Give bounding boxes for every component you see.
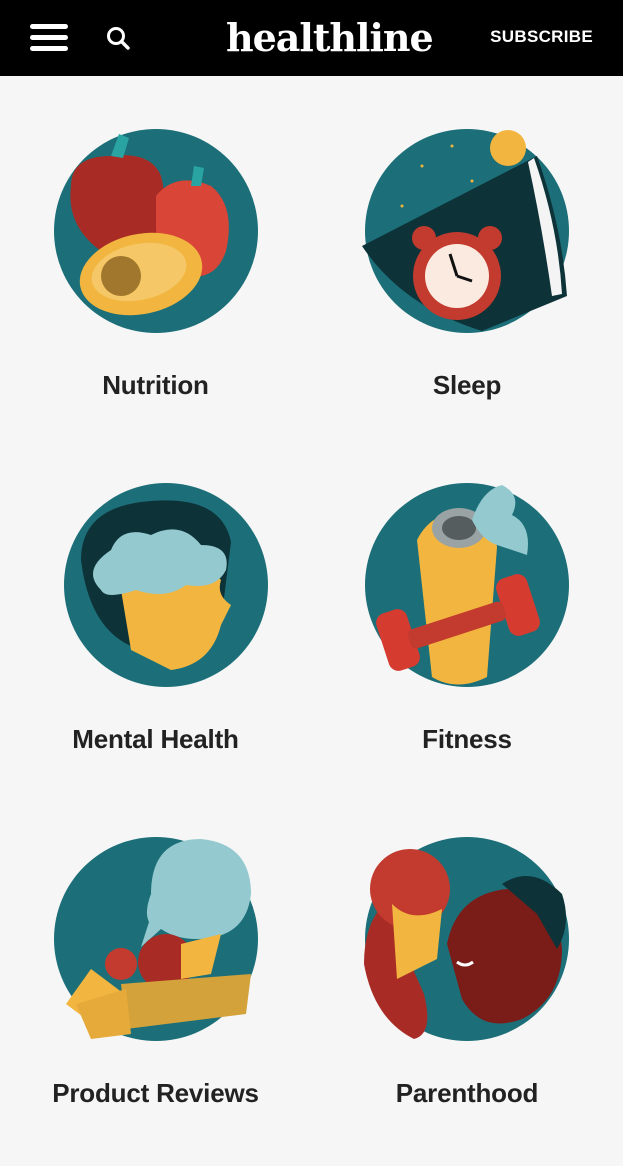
category-tile-mental-health[interactable]: Mental Health <box>0 430 311 784</box>
hamburger-menu-icon[interactable] <box>30 24 70 52</box>
category-tile-fitness[interactable]: Fitness <box>311 430 623 784</box>
product-reviews-illustration-icon <box>53 837 258 1041</box>
subscribe-button[interactable]: SUBSCRIBE <box>490 27 593 47</box>
sleep-illustration-icon <box>362 129 569 333</box>
fitness-illustration-icon <box>365 483 569 687</box>
category-tile-parenthood[interactable]: Parenthood <box>311 784 623 1138</box>
mental-health-illustration-icon <box>63 483 268 687</box>
category-label: Product Reviews <box>52 1078 259 1108</box>
healthline-logo[interactable]: healthline <box>226 14 434 62</box>
category-tile-product-reviews[interactable]: Product Reviews <box>0 784 311 1138</box>
category-label: Nutrition <box>102 370 209 400</box>
category-label: Sleep <box>432 370 502 400</box>
top-navigation-bar: healthline SUBSCRIBE <box>0 0 623 76</box>
category-tile-nutrition[interactable]: Nutrition <box>0 76 311 430</box>
category-label: Fitness <box>422 724 512 754</box>
category-label: Mental Health <box>72 724 239 754</box>
nutrition-illustration-icon <box>53 129 258 333</box>
search-icon[interactable] <box>106 26 132 52</box>
category-tile-sleep[interactable]: Sleep <box>311 76 623 430</box>
category-label: Parenthood <box>395 1078 539 1108</box>
category-grid: Nutrition Sleep Mental Health Fitness Pr… <box>0 76 623 1138</box>
parenthood-illustration-icon <box>364 837 569 1041</box>
